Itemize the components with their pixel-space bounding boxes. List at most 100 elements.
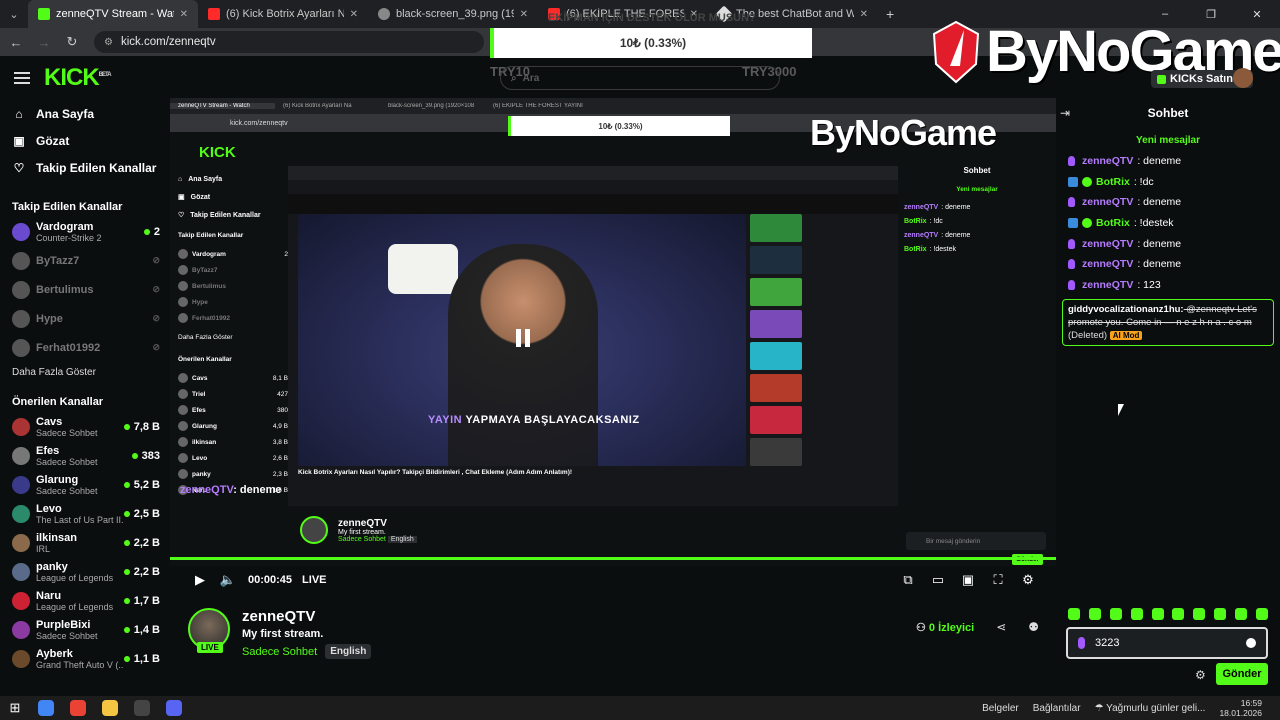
stream-chat-overlay: zenneQTV: deneme bbox=[180, 484, 281, 496]
close-icon[interactable]: ✕ bbox=[860, 9, 868, 20]
close-icon[interactable]: ✕ bbox=[350, 9, 358, 20]
followed-channel[interactable]: Bertulimus ⊘ bbox=[0, 275, 170, 304]
site-info-icon[interactable]: ⚙ bbox=[104, 37, 113, 48]
live-indicator[interactable]: LIVE bbox=[302, 574, 326, 586]
emote-icon[interactable] bbox=[1235, 608, 1247, 620]
sidebar-item-home[interactable]: ⌂ Ana Sayfa bbox=[12, 100, 170, 127]
chat-username[interactable]: zenneQTV bbox=[1082, 238, 1133, 250]
chat-message[interactable]: zenneQTV: 123 bbox=[1056, 275, 1280, 296]
theater-mode-icon[interactable]: ▭ bbox=[924, 568, 952, 592]
clock[interactable]: 16:59 18.01.2026 bbox=[1219, 698, 1262, 718]
chat-username[interactable]: zenneQTV bbox=[1082, 279, 1133, 291]
chat-username[interactable]: zenneQTV bbox=[1082, 196, 1133, 208]
chat-username[interactable]: BotRix bbox=[1096, 217, 1130, 229]
emote-icon[interactable] bbox=[1255, 608, 1268, 620]
back-icon[interactable]: ← bbox=[4, 35, 28, 50]
play-icon[interactable]: ▶ bbox=[186, 568, 214, 592]
reload-icon[interactable]: ↻ bbox=[60, 34, 84, 50]
new-tab-icon[interactable]: + bbox=[878, 6, 902, 22]
sidebar-item-following[interactable]: ♡ Takip Edilen Kanallar bbox=[12, 154, 170, 181]
user-avatar[interactable] bbox=[1233, 68, 1253, 88]
volume-icon[interactable]: 🔈 bbox=[214, 568, 242, 592]
browser-tab[interactable]: zenneQTV Stream - Watch Live ✕ bbox=[28, 0, 198, 28]
moderated-chat-message[interactable]: giddyvocalizationanz1hu: @zenneqtv Let's… bbox=[1062, 299, 1274, 347]
chat-settings-icon[interactable]: ⚙ bbox=[1195, 668, 1206, 682]
followed-channel[interactable]: ByTazz7 ⊘ bbox=[0, 246, 170, 275]
taskbar-item[interactable] bbox=[30, 696, 62, 720]
recommended-channel[interactable]: Levo The Last of Us Part II... 2,5 B bbox=[0, 499, 170, 528]
stream-progress-bar[interactable] bbox=[170, 557, 1056, 560]
tray-links[interactable]: Bağlantılar bbox=[1033, 703, 1081, 714]
recommended-channel[interactable]: Cavs Sadece Sohbet 7,8 B bbox=[0, 412, 170, 441]
stream-video[interactable]: zenneQTV Stream - Watch (6) Kick Botrix … bbox=[170, 98, 1056, 566]
chat-message[interactable]: zenneQTV: deneme bbox=[1056, 151, 1280, 172]
taskbar-item[interactable] bbox=[62, 696, 94, 720]
share-icon[interactable]: ⋖ bbox=[996, 620, 1006, 634]
chat-message[interactable]: BotRix: !destek bbox=[1056, 213, 1280, 234]
channel-game: Sadece Sohbet bbox=[36, 630, 98, 641]
followed-channel[interactable]: Hype ⊘ bbox=[0, 304, 170, 333]
emote-icon[interactable] bbox=[1151, 608, 1164, 620]
chat-message[interactable]: zenneQTV: deneme bbox=[1056, 192, 1280, 213]
settings-icon[interactable]: ⚙ bbox=[1014, 568, 1042, 592]
clip-icon[interactable]: ⧉ bbox=[894, 568, 922, 592]
recommended-channel[interactable]: PurpleBixi Sadece Sohbet 1,4 B bbox=[0, 615, 170, 644]
emote-icon[interactable] bbox=[1088, 608, 1101, 620]
recommended-channel[interactable]: Glarung Sadece Sohbet 5,2 B bbox=[0, 470, 170, 499]
kick-logo[interactable]: KICKBETA bbox=[44, 64, 112, 92]
emote-icon[interactable] bbox=[1193, 608, 1206, 620]
stream-category[interactable]: Sadece Sohbet bbox=[242, 646, 317, 658]
chat-username[interactable]: zenneQTV bbox=[1082, 155, 1133, 167]
chat-username[interactable]: giddyvocalizationanz1hu: bbox=[1068, 304, 1184, 315]
send-button[interactable]: Gönder bbox=[1216, 663, 1268, 685]
browser-tab[interactable]: black-screen_39.png (1920×1080) ✕ bbox=[368, 0, 538, 28]
channel-name: Cavs bbox=[36, 415, 63, 428]
taskbar-item[interactable] bbox=[94, 696, 126, 720]
url-field[interactable]: ⚙ kick.com/zenneqtv bbox=[94, 31, 484, 53]
bynogame-shield-icon bbox=[932, 20, 980, 83]
chat-message[interactable]: zenneQTV: deneme bbox=[1056, 233, 1280, 254]
browser-tab[interactable]: (6) Kick Botrix Ayarları Nasıl Yapılır ✕ bbox=[198, 0, 368, 28]
recommended-channel[interactable]: Naru League of Legends 1,7 B bbox=[0, 586, 170, 615]
emote-icon[interactable] bbox=[1214, 608, 1227, 620]
emote-icon[interactable] bbox=[1130, 608, 1143, 620]
captured-kick-logo: KICK bbox=[199, 144, 236, 161]
list-item bbox=[750, 406, 890, 436]
chat-message[interactable]: zenneQTV: deneme bbox=[1056, 254, 1280, 275]
chat-message[interactable]: BotRix: !dc bbox=[1056, 172, 1280, 193]
menu-icon[interactable] bbox=[14, 72, 30, 84]
add-user-icon[interactable]: ⚉ bbox=[1028, 620, 1039, 634]
tray-documents[interactable]: Belgeler bbox=[982, 703, 1019, 714]
emote-icon[interactable] bbox=[1109, 608, 1122, 620]
chat-panel: ⇥ Sohbet Yeni mesajlar zenneQTV: deneme … bbox=[1056, 98, 1280, 696]
chat-username[interactable]: zenneQTV bbox=[1082, 258, 1133, 270]
close-icon[interactable]: ✕ bbox=[180, 9, 188, 20]
followed-channel[interactable]: Vardogram Counter-Strike 2 2 bbox=[0, 217, 170, 246]
fullscreen-icon[interactable]: ⛶ bbox=[984, 568, 1012, 592]
pip-icon[interactable]: ▣ bbox=[954, 568, 982, 592]
start-icon[interactable]: ⊞ bbox=[0, 700, 30, 716]
taskbar-item[interactable] bbox=[158, 696, 190, 720]
streamer-avatar-wrap[interactable]: LIVE bbox=[188, 608, 230, 656]
bot-badge-icon bbox=[1068, 218, 1078, 229]
collapse-chat-icon[interactable]: ⇥ bbox=[1060, 106, 1070, 120]
chat-input[interactable]: 3223 bbox=[1066, 627, 1268, 659]
chat-username[interactable]: BotRix bbox=[1096, 176, 1130, 188]
emoji-picker-icon[interactable] bbox=[1246, 638, 1256, 648]
recommended-channel[interactable]: ilkinsan IRL 2,2 B bbox=[0, 528, 170, 557]
streamer-name[interactable]: zenneQTV bbox=[242, 608, 371, 625]
recommended-channel[interactable]: Efes Sadece Sohbet 383 bbox=[0, 441, 170, 470]
emote-icon[interactable] bbox=[1172, 608, 1185, 620]
recommended-channel[interactable]: Ayberk Grand Theft Auto V (... 1,1 B bbox=[0, 644, 170, 673]
forward-icon[interactable]: → bbox=[32, 35, 56, 50]
sidebar-item-browse[interactable]: ▣ Gözat bbox=[12, 127, 170, 154]
language-tag[interactable]: English bbox=[325, 644, 372, 659]
tab-list-chevron-icon[interactable]: ⌄ bbox=[0, 8, 28, 21]
close-icon[interactable]: ✕ bbox=[520, 9, 528, 20]
recommended-channel[interactable]: panky League of Legends 2,2 B bbox=[0, 557, 170, 586]
weather-widget[interactable]: ☂ Yağmurlu günler geli... bbox=[1095, 703, 1206, 714]
emote-icon[interactable] bbox=[1068, 608, 1080, 620]
taskbar-item[interactable] bbox=[126, 696, 158, 720]
show-more-link[interactable]: Daha Fazla Göster bbox=[0, 362, 170, 382]
followed-channel[interactable]: Ferhat01992 ⊘ bbox=[0, 333, 170, 362]
